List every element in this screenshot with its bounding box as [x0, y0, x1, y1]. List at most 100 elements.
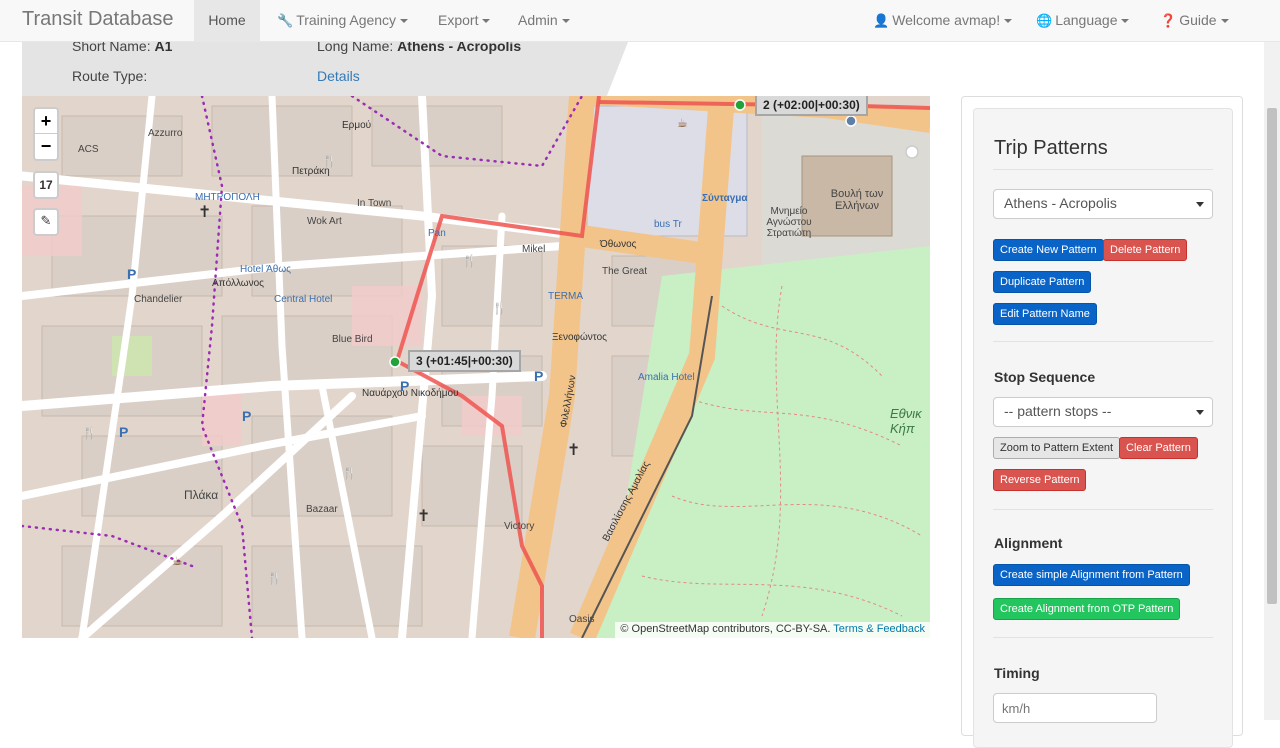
nav-language[interactable]: 🌐 Language: [1036, 0, 1130, 41]
nav-guide[interactable]: ❓ Guide: [1160, 0, 1229, 41]
divider: [993, 509, 1213, 510]
nav-training-agency-label: Training Agency: [296, 12, 397, 28]
caret-down-icon: [1004, 19, 1013, 24]
caret-down-icon: [1121, 19, 1130, 24]
stop-sequence-select[interactable]: -- pattern stops --: [993, 397, 1213, 427]
nav-export[interactable]: Export: [438, 0, 491, 41]
edit-icon[interactable]: ✎: [33, 208, 59, 236]
page-scrollbar[interactable]: [1264, 42, 1280, 720]
cafe-icon: ☕: [172, 554, 183, 568]
stop-sequence-title: Stop Sequence: [994, 369, 1096, 385]
restaurant-icon: 🍴: [492, 301, 507, 315]
zoom-level-display: 17: [33, 171, 59, 199]
edit-pattern-name-button[interactable]: Edit Pattern Name: [993, 303, 1097, 325]
create-new-pattern-button[interactable]: Create New Pattern: [993, 239, 1104, 261]
zoom-to-pattern-extent-button[interactable]: Zoom to Pattern Extent: [993, 437, 1121, 459]
divider: [993, 637, 1213, 638]
map-label-othonos: Όθωνος: [600, 239, 637, 250]
caret-down-icon: [561, 19, 570, 24]
parking-icon: P: [534, 368, 544, 384]
map-label-mikel: Mikel: [522, 244, 546, 255]
brand[interactable]: Transit Database: [22, 8, 174, 31]
map-label-in-town: In Town: [357, 198, 392, 209]
attribution-text: © OpenStreetMap contributors, CC-BY-SA.: [620, 623, 831, 635]
restaurant-icon: 🍴: [342, 466, 357, 480]
globe-icon: 🌐: [1036, 13, 1053, 28]
map-label-blue-bird: Blue Bird: [332, 334, 373, 345]
zoom-out-button[interactable]: −: [35, 134, 57, 159]
map-label-amalia-hotel: Amalia Hotel: [638, 372, 695, 383]
church-icon: ✝: [198, 204, 212, 221]
stop-sequence-select-value: -- pattern stops --: [1004, 403, 1112, 419]
nav-admin[interactable]: Admin: [518, 0, 570, 41]
nav-home-label: Home: [208, 12, 246, 28]
map-label-xenofontos: Ξενοφώντος: [552, 332, 607, 343]
parking-icon: P: [127, 266, 137, 282]
restaurant-icon: 🍴: [322, 154, 337, 168]
map-label-central-hotel: Central Hotel: [274, 294, 333, 305]
question-circle-icon: ❓: [1160, 13, 1177, 28]
restaurant-icon: 🍴: [462, 254, 477, 268]
zoom-in-button[interactable]: +: [35, 109, 57, 134]
nav-export-label: Export: [438, 12, 479, 28]
cafe-icon: ☕: [677, 116, 688, 130]
create-otp-alignment-button[interactable]: Create Alignment from OTP Pattern: [993, 598, 1181, 620]
nav-training-agency[interactable]: 🔧 Training Agency: [277, 0, 409, 41]
map-label-plaka: Πλάκα: [184, 488, 219, 502]
map-label-wok-art: Wok Art: [307, 216, 342, 227]
map-label-oasis: Oasis: [569, 614, 595, 625]
caret-down-icon: [1196, 202, 1204, 207]
map-label-terma: TERMA: [548, 291, 583, 302]
map[interactable]: Πετράκη Ερμού Απόλλωνος Ναυάρχου Νικοδήμ…: [22, 96, 930, 638]
clear-pattern-button[interactable]: Clear Pattern: [1119, 437, 1198, 459]
scrollbar-thumb[interactable]: [1267, 108, 1277, 604]
caret-down-icon: [400, 19, 409, 24]
speed-input[interactable]: [993, 693, 1157, 723]
create-simple-alignment-button[interactable]: Create simple Alignment from Pattern: [993, 564, 1190, 586]
church-icon: ✝: [417, 508, 431, 525]
nav-home[interactable]: Home: [194, 0, 260, 41]
nav-guide-label: Guide: [1179, 12, 1217, 28]
nav-admin-label: Admin: [518, 12, 558, 28]
restaurant-icon: 🍴: [82, 426, 97, 440]
caret-down-icon: [1220, 19, 1229, 24]
wrench-icon: 🔧: [277, 13, 294, 28]
delete-pattern-button[interactable]: Delete Pattern: [1103, 239, 1188, 261]
map-label-victory: Victory: [504, 521, 535, 532]
church-icon: ✝: [567, 442, 581, 459]
parking-icon: P: [119, 424, 129, 440]
duplicate-pattern-button[interactable]: Duplicate Pattern: [993, 271, 1092, 293]
parking-icon: P: [400, 378, 410, 394]
trip-patterns-panel: Trip Patterns Athens - Acropolis Create …: [961, 96, 1243, 748]
nav-language-label: Language: [1055, 12, 1118, 28]
user-icon: 👤: [873, 13, 890, 28]
details-link[interactable]: Details: [317, 68, 360, 84]
parking-icon: P: [242, 408, 252, 424]
map-label-nikodimou: Ναυάρχου Νικοδήμου: [362, 388, 459, 399]
nav-user[interactable]: 👤 Welcome avmap!: [873, 0, 1013, 41]
map-label-the-great: The Great: [602, 266, 648, 277]
stop-label-2[interactable]: 2 (+02:00|+00:30): [755, 96, 868, 116]
map-attribution: © OpenStreetMap contributors, CC-BY-SA. …: [615, 622, 930, 638]
stop-label-3[interactable]: 3 (+01:45|+00:30): [408, 350, 521, 372]
map-label-pan: Pan: [428, 228, 446, 239]
map-label-syntagma: Σύνταγμα: [702, 193, 748, 204]
terms-feedback-link[interactable]: Terms & Feedback: [833, 623, 925, 635]
navbar: Transit Database Home 🔧 Training Agency E…: [0, 0, 1280, 42]
map-label-chandelier: Chandelier: [134, 294, 183, 305]
caret-down-icon: [1196, 410, 1204, 415]
map-label-azzurro: Azzurro: [148, 128, 183, 139]
alignment-title: Alignment: [994, 535, 1063, 551]
zoom-control: + −: [33, 107, 59, 161]
pattern-select[interactable]: Athens - Acropolis: [993, 189, 1213, 219]
divider: [993, 341, 1213, 342]
map-label-bazaar: Bazaar: [306, 504, 338, 515]
restaurant-icon: 🍴: [267, 571, 282, 585]
map-label-apollonos: Απόλλωνος: [212, 278, 264, 289]
caret-down-icon: [482, 19, 491, 24]
panel-title: Trip Patterns: [994, 137, 1108, 159]
trip-patterns-well: Trip Patterns Athens - Acropolis Create …: [973, 108, 1233, 748]
route-type-label: Route Type:: [72, 68, 148, 84]
map-label-ethniko: Εθνικ Κήπ: [890, 406, 922, 436]
reverse-pattern-button[interactable]: Reverse Pattern: [993, 469, 1087, 491]
